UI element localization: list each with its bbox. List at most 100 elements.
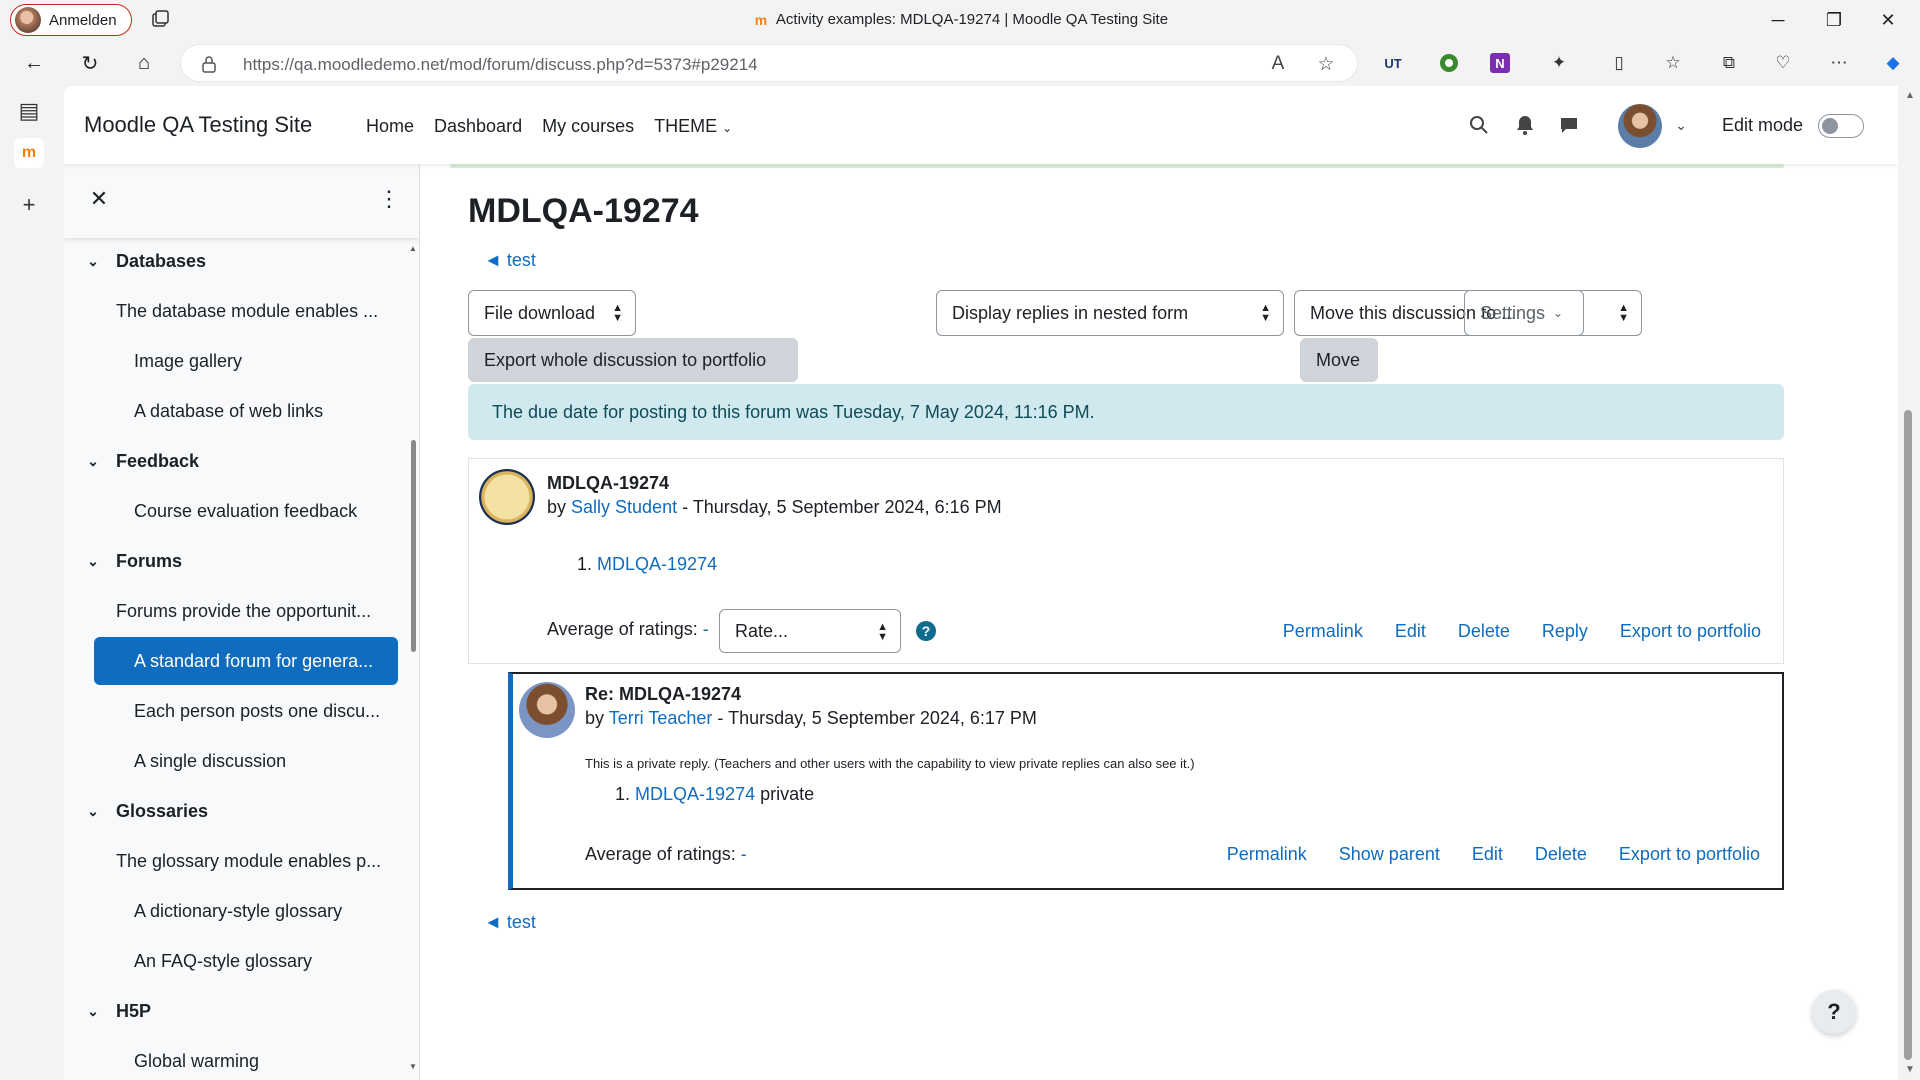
user-avatar[interactable] xyxy=(1618,104,1662,148)
edit-link[interactable]: Edit xyxy=(1395,621,1426,642)
nav-dashboard[interactable]: Dashboard xyxy=(434,116,522,137)
notifications-bell-icon[interactable] xyxy=(1512,112,1538,138)
private-label: private xyxy=(755,784,815,804)
show-parent-link[interactable]: Show parent xyxy=(1339,844,1440,865)
site-name[interactable]: Moodle QA Testing Site xyxy=(84,112,312,138)
rating-help-icon[interactable]: ? xyxy=(916,621,936,641)
author-link[interactable]: Terri Teacher xyxy=(609,708,713,728)
drawer-item[interactable]: Global warming xyxy=(134,1038,390,1080)
scroll-down-arrow-icon[interactable]: ▼ xyxy=(1905,1064,1915,1075)
drawer-item[interactable]: A dictionary-style glossary xyxy=(134,888,390,934)
collapse-chevron-icon[interactable]: ⌄ xyxy=(82,803,104,820)
drawer-item[interactable]: An FAQ-style glossary xyxy=(134,938,390,984)
address-bar[interactable]: https://qa.moodledemo.net/mod/forum/disc… xyxy=(180,44,1358,82)
back-to-forum-link-bottom[interactable]: ◄ test xyxy=(484,912,536,933)
drawer-section[interactable]: ⌄ H5P xyxy=(82,988,402,1034)
nav-my-courses[interactable]: My courses xyxy=(542,116,634,137)
scroll-down-arrow-icon[interactable]: ▼ xyxy=(409,1062,417,1071)
nav-home[interactable]: Home xyxy=(366,116,414,137)
favorites-icon[interactable]: ☆ xyxy=(1660,50,1686,76)
edit-link[interactable]: Edit xyxy=(1472,844,1503,865)
minimize-icon[interactable]: ─ xyxy=(1756,6,1800,34)
move-button[interactable]: Move xyxy=(1300,338,1378,382)
more-menu-icon[interactable]: ⋯ xyxy=(1826,50,1852,76)
copilot-icon[interactable]: ◆ xyxy=(1880,50,1906,76)
permalink-link[interactable]: Permalink xyxy=(1283,621,1363,642)
page-scroll-thumb[interactable] xyxy=(1904,410,1912,1060)
drawer-section-description[interactable]: Forums provide the opportunit... xyxy=(116,588,392,634)
new-tab-icon[interactable]: + xyxy=(14,190,44,220)
home-icon[interactable]: ⌂ xyxy=(130,49,158,77)
search-icon[interactable] xyxy=(1466,112,1492,138)
file-download-select[interactable]: File download ▲ ▼ xyxy=(468,290,636,336)
collections-icon[interactable]: ⧉ xyxy=(1716,50,1742,76)
chevron-down-icon: ⌄ xyxy=(722,121,733,135)
back-icon[interactable]: ← xyxy=(20,49,48,77)
drawer-options-icon[interactable]: ⋮ xyxy=(376,186,402,212)
drawer-section-description[interactable]: The database module enables ... xyxy=(116,288,392,334)
delete-link[interactable]: Delete xyxy=(1458,621,1510,642)
rate-select[interactable]: Rate... ▲ ▼ xyxy=(719,609,901,653)
restore-icon[interactable]: ❐ xyxy=(1812,6,1856,34)
drawer-item[interactable]: A single discussion xyxy=(134,738,390,784)
reply-byline: by Terri Teacher - Thursday, 5 September… xyxy=(585,708,1037,729)
drawer-item[interactable]: Course evaluation feedback xyxy=(134,488,390,534)
read-aloud-icon[interactable]: A xyxy=(1267,53,1289,75)
drawer-section[interactable]: ⌄ Databases xyxy=(82,238,402,284)
browser-essentials-icon[interactable]: ♡ xyxy=(1770,50,1796,76)
sally-student-avatar[interactable] xyxy=(479,469,535,525)
split-screen-icon[interactable]: ▯ xyxy=(1606,50,1632,76)
edit-mode-toggle[interactable] xyxy=(1818,114,1864,138)
file-download-label: File download xyxy=(484,302,596,323)
back-to-forum-link[interactable]: ◄ test xyxy=(484,250,536,271)
drawer-section[interactable]: ⌄ Forums xyxy=(82,538,402,584)
messages-icon[interactable] xyxy=(1556,112,1582,138)
export-discussion-button[interactable]: Export whole discussion to portfolio xyxy=(468,338,798,382)
content-link[interactable]: MDLQA-19274 xyxy=(635,784,755,804)
post-content-list: 1. MDLQA-19274 xyxy=(577,554,717,575)
close-window-icon[interactable]: ✕ xyxy=(1866,6,1910,34)
drawer-item[interactable]: A database of web links xyxy=(134,388,390,434)
content-link[interactable]: MDLQA-19274 xyxy=(597,554,717,574)
drawer-section[interactable]: ⌄ Glossaries xyxy=(82,788,402,834)
onenote-extension-icon[interactable]: N xyxy=(1490,53,1510,73)
due-date-alert: The due date for posting to this forum w… xyxy=(468,384,1784,440)
drawer-item-active[interactable]: A standard forum for genera... xyxy=(94,637,398,685)
moodle-tab-icon[interactable]: m xyxy=(14,138,44,168)
ratings-value[interactable]: - xyxy=(703,619,709,639)
drawer-section[interactable]: ⌄ Feedback xyxy=(82,438,402,484)
scroll-up-arrow-icon[interactable]: ▲ xyxy=(1905,90,1915,101)
collapse-chevron-icon[interactable]: ⌄ xyxy=(82,453,104,470)
grammar-extension-icon[interactable] xyxy=(1436,50,1462,76)
vertical-tabs-icon[interactable]: ▤ xyxy=(14,96,44,126)
close-drawer-icon[interactable]: ✕ xyxy=(86,186,112,212)
user-menu-chevron-icon[interactable]: ⌄ xyxy=(1668,112,1694,138)
permalink-link[interactable]: Permalink xyxy=(1227,844,1307,865)
floating-help-button[interactable]: ? xyxy=(1812,990,1856,1034)
scroll-up-arrow-icon[interactable]: ▲ xyxy=(409,244,417,253)
drawer-scrollbar[interactable]: ▲ ▼ xyxy=(409,244,417,1074)
display-mode-select[interactable]: Display replies in nested form ▲ ▼ xyxy=(936,290,1284,336)
collapse-chevron-icon[interactable]: ⌄ xyxy=(82,553,104,570)
collapse-chevron-icon[interactable]: ⌄ xyxy=(82,1003,104,1020)
refresh-icon[interactable]: ↻ xyxy=(76,49,104,77)
reply-link[interactable]: Reply xyxy=(1542,621,1588,642)
author-link[interactable]: Sally Student xyxy=(571,497,677,517)
collapse-chevron-icon[interactable]: ⌄ xyxy=(82,253,104,270)
export-to-portfolio-link[interactable]: Export to portfolio xyxy=(1619,844,1760,865)
export-to-portfolio-link[interactable]: Export to portfolio xyxy=(1620,621,1761,642)
ut-extension-icon[interactable]: UT xyxy=(1380,50,1406,76)
drawer-item[interactable]: Image gallery xyxy=(134,338,390,384)
settings-dropdown-button[interactable]: Settings ⌄ xyxy=(1464,290,1584,336)
drawer-item[interactable]: Each person posts one discu... xyxy=(134,688,390,734)
drawer-section-description[interactable]: The glossary module enables p... xyxy=(116,838,392,884)
favorite-star-icon[interactable]: ☆ xyxy=(1315,53,1337,75)
terri-teacher-avatar[interactable] xyxy=(519,682,575,738)
page-scrollbar[interactable]: ▲ ▼ xyxy=(1900,86,1920,1080)
extensions-puzzle-icon[interactable]: ✦ xyxy=(1546,50,1572,76)
drawer-scroll-thumb[interactable] xyxy=(411,440,416,652)
delete-link[interactable]: Delete xyxy=(1535,844,1587,865)
nav-theme[interactable]: THEME ⌄ xyxy=(654,116,732,137)
ratings-value[interactable]: - xyxy=(741,844,747,864)
post-actions: Permalink Edit Delete Reply Export to po… xyxy=(1283,621,1761,642)
